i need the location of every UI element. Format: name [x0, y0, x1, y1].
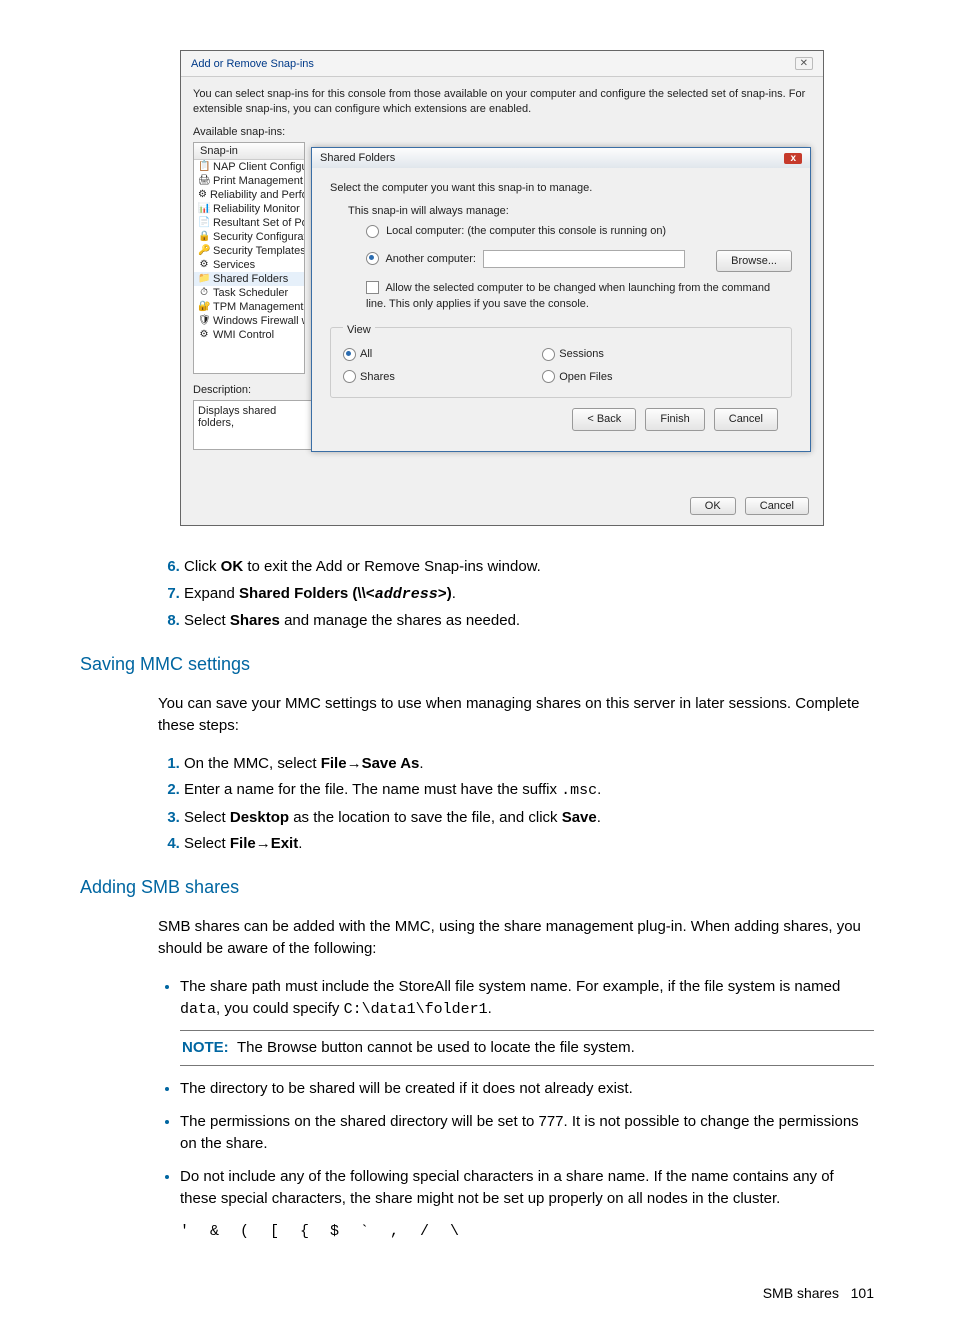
document-body: Click OK to exit the Add or Remove Snap-…: [80, 556, 874, 1304]
snapin-item[interactable]: 🔒Security Configurati: [194, 230, 304, 244]
list-header: Snap-in: [194, 143, 304, 160]
dialog-instructions: You can select snap-ins for this console…: [193, 87, 811, 118]
step-6: Click OK to exit the Add or Remove Snap-…: [184, 556, 874, 579]
snapin-item[interactable]: 📊Reliability Monitor: [194, 202, 304, 216]
close-icon[interactable]: ✕: [795, 57, 813, 70]
snapin-item[interactable]: 📁Shared Folders: [194, 272, 304, 286]
snapin-icon: 🔐: [198, 301, 210, 313]
snapin-label: Services: [213, 259, 255, 271]
inner-instructions: Select the computer you want this snap-i…: [330, 180, 792, 197]
snapin-label: Reliability Monitor: [213, 203, 300, 215]
inner-title: Shared Folders: [320, 152, 395, 164]
dialog-title: Add or Remove Snap-ins: [191, 58, 314, 70]
browse-button[interactable]: Browse...: [716, 250, 792, 273]
snapin-icon: 🔑: [198, 245, 210, 257]
bullet-2: The directory to be shared will be creat…: [180, 1078, 874, 1101]
available-snapins-label: Available snap-ins:: [193, 126, 811, 138]
ok-button[interactable]: OK: [690, 497, 736, 515]
back-button[interactable]: < Back: [572, 408, 636, 431]
heading-saving-mmc: Saving MMC settings: [80, 651, 874, 678]
local-computer-label: Local computer: (the computer this conso…: [386, 225, 666, 237]
radio-view-all[interactable]: [343, 348, 356, 361]
bullet-3: The permissions on the shared directory …: [180, 1111, 874, 1156]
snapin-item[interactable]: 🔑Security Templates: [194, 244, 304, 258]
saving-step-1: On the MMC, select File→Save As.: [184, 753, 874, 776]
snapin-icon: 🔒: [198, 231, 210, 243]
shared-folders-wizard: Shared Folders x Select the computer you…: [311, 147, 811, 452]
snapin-item[interactable]: 🔐TPM Management: [194, 300, 304, 314]
snapin-label: NAP Client Configur: [213, 161, 305, 173]
radio-view-sessions[interactable]: [542, 348, 555, 361]
snapin-item[interactable]: 🛡Windows Firewall wi: [194, 314, 304, 328]
snapin-item[interactable]: 📋NAP Client Configur: [194, 160, 304, 174]
snapin-list[interactable]: Snap-in 📋NAP Client Configur🖨Print Manag…: [193, 142, 305, 374]
snapin-label: Task Scheduler: [213, 287, 288, 299]
step-7: Expand Shared Folders (\\<address>).: [184, 583, 874, 607]
snapin-icon: ⚙: [198, 259, 210, 271]
saving-step-2: Enter a name for the file. The name must…: [184, 779, 874, 803]
saving-intro: You can save your MMC settings to use wh…: [158, 693, 874, 738]
saving-step-4: Select File→Exit.: [184, 833, 874, 856]
snapin-item[interactable]: ⏱Task Scheduler: [194, 286, 304, 300]
snapin-item[interactable]: ⚙Services: [194, 258, 304, 272]
another-computer-input[interactable]: [483, 250, 685, 268]
snapin-label: Reliability and Perfo: [210, 189, 305, 201]
radio-view-shares[interactable]: [343, 370, 356, 383]
adding-intro: SMB shares can be added with the MMC, us…: [158, 916, 874, 961]
allow-change-checkbox[interactable]: [366, 281, 379, 294]
view-legend: View: [343, 324, 375, 336]
inner-cancel-button[interactable]: Cancel: [714, 408, 778, 431]
snapin-item[interactable]: 🖨Print Management: [194, 174, 304, 188]
snapin-label: Resultant Set of Pol: [213, 217, 305, 229]
snapin-label: WMI Control: [213, 329, 274, 341]
always-manage-label: This snap-in will always manage:: [348, 203, 792, 220]
snapin-label: Windows Firewall wi: [213, 315, 305, 327]
radio-local-computer[interactable]: [366, 225, 379, 238]
finish-button[interactable]: Finish: [645, 408, 704, 431]
snapin-icon: 📁: [198, 273, 210, 285]
snapin-label: Security Templates: [213, 245, 305, 257]
outer-cancel-button[interactable]: Cancel: [745, 497, 809, 515]
close-icon[interactable]: x: [784, 153, 802, 164]
snapin-item[interactable]: ⚙WMI Control: [194, 328, 304, 342]
snapin-icon: 📄: [198, 217, 210, 229]
page-footer: SMB shares 101: [80, 1283, 874, 1304]
note-box: NOTE: The Browse button cannot be used t…: [180, 1030, 874, 1067]
bullet-4: Do not include any of the following spec…: [180, 1166, 874, 1244]
snapin-icon: ⚙: [198, 189, 207, 201]
snapin-icon: 📋: [198, 161, 210, 173]
snapin-icon: ⚙: [198, 329, 210, 341]
snapin-icon: 🖨: [198, 175, 210, 187]
snapin-icon: ⏱: [198, 287, 210, 299]
another-computer-label: Another computer:: [385, 252, 476, 264]
snapin-label: Shared Folders: [213, 273, 288, 285]
bullet-1: The share path must include the StoreAll…: [180, 976, 874, 1067]
add-remove-snapins-dialog: Add or Remove Snap-ins ✕ You can select …: [180, 50, 824, 526]
snapin-item[interactable]: ⚙Reliability and Perfo: [194, 188, 304, 202]
snapin-icon: 🛡: [198, 315, 210, 327]
radio-view-openfiles[interactable]: [542, 370, 555, 383]
snapin-label: Print Management: [213, 175, 303, 187]
snapin-item[interactable]: 📄Resultant Set of Pol: [194, 216, 304, 230]
radio-another-computer[interactable]: [366, 252, 379, 265]
step-8: Select Shares and manage the shares as n…: [184, 610, 874, 633]
heading-adding-smb: Adding SMB shares: [80, 874, 874, 901]
view-fieldset: View All Sessions Shares Open Files: [330, 327, 792, 399]
allow-change-label: Allow the selected computer to be change…: [366, 282, 770, 311]
snapin-icon: 📊: [198, 203, 210, 215]
snapin-label: TPM Management: [213, 301, 303, 313]
saving-step-3: Select Desktop as the location to save t…: [184, 807, 874, 830]
special-chars: ' & ( [ { $ ` , / \: [180, 1221, 874, 1244]
snapin-label: Security Configurati: [213, 231, 305, 243]
description-box: Displays shared folders,: [193, 400, 313, 450]
